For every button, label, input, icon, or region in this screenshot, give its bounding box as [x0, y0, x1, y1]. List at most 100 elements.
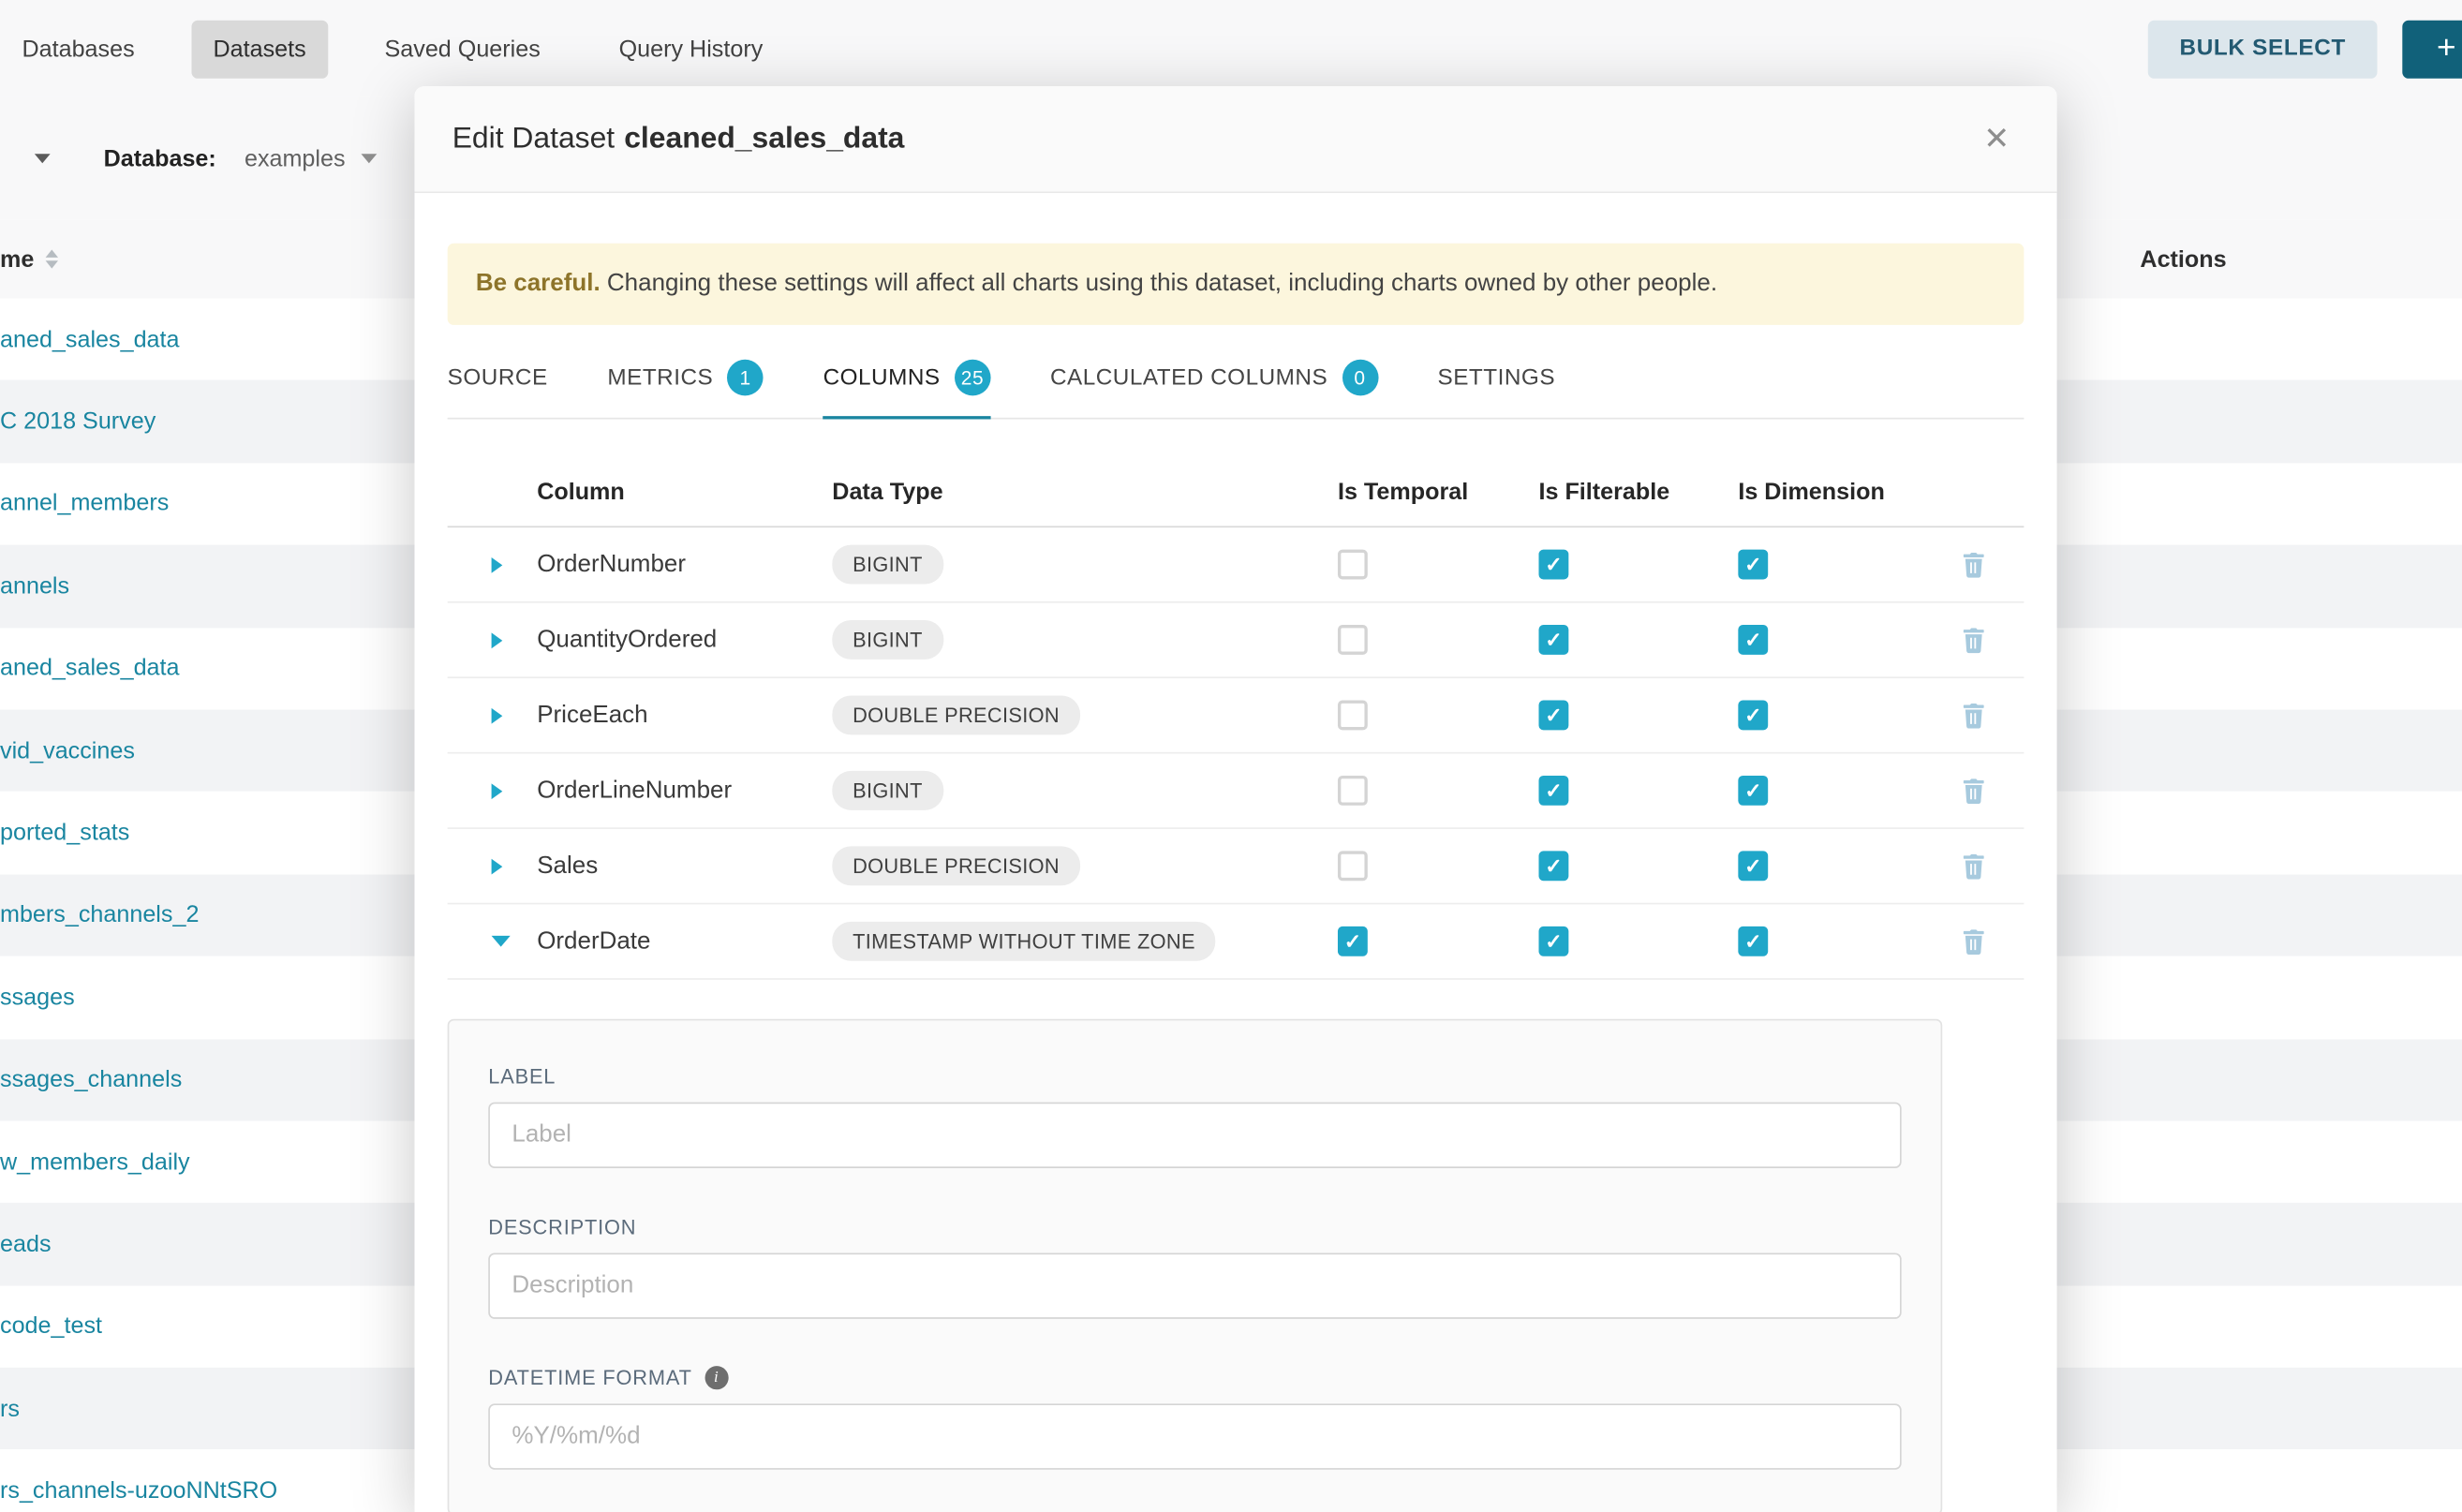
is-dimension-checkbox[interactable]: ✓ [1738, 776, 1768, 806]
warning-banner: Be careful. Changing these settings will… [448, 244, 2024, 325]
trash-icon[interactable] [1963, 628, 1984, 653]
trash-icon[interactable] [1963, 778, 1984, 803]
column-name: QuantityOrdered [537, 626, 832, 654]
nav-saved-queries[interactable]: Saved Queries [363, 20, 562, 78]
tab-count-badge: 0 [1342, 360, 1378, 396]
data-type-pill: BIGINT [832, 619, 942, 659]
warning-bold-text: Be careful. [476, 270, 601, 296]
dataset-link[interactable]: aned_sales_data [0, 326, 180, 352]
header-is-dimension: Is Dimension [1738, 478, 1963, 504]
column-row: OrderDateTIMESTAMP WITHOUT TIME ZONE✓✓✓ [448, 904, 2024, 979]
modal-tabs: SOURCE METRICS1 COLUMNS25 CALCULATED COLUMN… [448, 350, 2024, 420]
close-icon[interactable]: ✕ [1974, 118, 2019, 160]
dataset-link[interactable]: eads [0, 1231, 52, 1257]
info-icon[interactable]: i [704, 1366, 728, 1389]
modal-body: Be careful. Changing these settings will… [414, 193, 2056, 1512]
is-temporal-checkbox[interactable] [1338, 625, 1368, 655]
is-filterable-checkbox[interactable]: ✓ [1538, 926, 1568, 956]
is-dimension-checkbox[interactable]: ✓ [1738, 851, 1768, 881]
dataset-link[interactable]: w_members_daily [0, 1149, 190, 1175]
chevron-right-icon[interactable] [492, 707, 503, 723]
add-dataset-button[interactable]: + [2402, 20, 2462, 78]
dataset-link[interactable]: aned_sales_data [0, 655, 180, 681]
label-input[interactable] [488, 1103, 1901, 1168]
is-dimension-checkbox[interactable]: ✓ [1738, 550, 1768, 580]
is-filterable-checkbox[interactable]: ✓ [1538, 625, 1568, 655]
is-dimension-checkbox[interactable]: ✓ [1738, 926, 1768, 956]
tab-settings[interactable]: SETTINGS [1438, 360, 1556, 420]
dataset-link[interactable]: ssages [0, 985, 75, 1011]
is-filterable-checkbox[interactable]: ✓ [1538, 701, 1568, 731]
database-filter-value: examples [245, 145, 346, 171]
chevron-down-icon[interactable] [492, 936, 511, 947]
columns-table-body: OrderNumberBIGINT✓✓QuantityOrderedBIGINT… [448, 527, 2024, 980]
chevron-down-icon [361, 154, 377, 163]
dataset-link[interactable]: code_test [0, 1313, 102, 1340]
dataset-link[interactable]: mbers_channels_2 [0, 902, 199, 928]
top-nav: Databases Datasets Saved Queries Query Hist… [0, 0, 2462, 97]
label-field-label: LABEL [488, 1064, 1901, 1088]
description-input[interactable] [488, 1253, 1901, 1318]
is-temporal-checkbox[interactable] [1338, 776, 1368, 806]
is-temporal-checkbox[interactable] [1338, 851, 1368, 881]
dataset-link[interactable]: ssages_channels [0, 1066, 182, 1092]
datetime-format-label: DATETIME FORMAT [488, 1366, 692, 1389]
dataset-link[interactable]: rs [0, 1396, 20, 1422]
nav-query-history[interactable]: Query History [597, 20, 785, 78]
trash-icon[interactable] [1963, 853, 1984, 879]
nav-datasets[interactable]: Datasets [191, 20, 328, 78]
column-row: SalesDOUBLE PRECISION✓✓ [448, 829, 2024, 904]
trash-icon[interactable] [1963, 552, 1984, 577]
data-type-pill: BIGINT [832, 544, 942, 584]
column-name: OrderLineNumber [537, 777, 832, 805]
is-temporal-checkbox[interactable] [1338, 701, 1368, 731]
modal-header: Edit Datasetcleaned_sales_data ✕ [414, 86, 2056, 193]
chevron-right-icon[interactable] [492, 858, 503, 874]
modal-title: Edit Datasetcleaned_sales_data [452, 122, 905, 156]
screen: Databases Datasets Saved Queries Query Hist… [0, 0, 2462, 1512]
dataset-link[interactable]: annels [0, 573, 69, 600]
dataset-link[interactable]: C 2018 Survey [0, 408, 156, 435]
stage: Databases Datasets Saved Queries Query Hist… [0, 0, 2462, 1512]
nav-databases[interactable]: Databases [0, 20, 156, 78]
tab-calculated-columns[interactable]: CALCULATED COLUMNS0 [1050, 360, 1378, 420]
header-data-type: Data Type [832, 478, 1338, 504]
column-editor-panel: LABEL DESCRIPTION DATETIME FORMAT i [448, 1019, 1943, 1512]
chevron-down-icon[interactable] [35, 154, 51, 163]
description-field: DESCRIPTION [488, 1215, 1901, 1319]
is-filterable-checkbox[interactable]: ✓ [1538, 851, 1568, 881]
column-name: OrderNumber [537, 550, 832, 578]
is-filterable-checkbox[interactable]: ✓ [1538, 550, 1568, 580]
dataset-link[interactable]: ported_stats [0, 820, 129, 846]
modal-title-dataset-name: cleaned_sales_data [624, 122, 904, 155]
database-filter-select[interactable]: examples [245, 145, 377, 171]
column-name: OrderDate [537, 927, 832, 956]
data-type-pill: DOUBLE PRECISION [832, 695, 1079, 734]
chevron-right-icon[interactable] [492, 782, 503, 798]
label-field: LABEL [488, 1064, 1901, 1168]
tab-metrics[interactable]: METRICS1 [607, 360, 764, 420]
bulk-select-button[interactable]: BULK SELECT [2148, 20, 2378, 78]
is-dimension-checkbox[interactable]: ✓ [1738, 701, 1768, 731]
dataset-link[interactable]: rs_channels-uzooNNtSRO [0, 1477, 277, 1504]
is-filterable-checkbox[interactable]: ✓ [1538, 776, 1568, 806]
dataset-link[interactable]: vid_vaccines [0, 737, 135, 763]
is-dimension-checkbox[interactable]: ✓ [1738, 625, 1768, 655]
dataset-link[interactable]: annel_members [0, 491, 169, 517]
column-row: OrderLineNumberBIGINT✓✓ [448, 753, 2024, 828]
chevron-right-icon[interactable] [492, 632, 503, 648]
header-column: Column [537, 478, 832, 504]
sort-icon[interactable] [45, 249, 57, 268]
datetime-format-input[interactable] [488, 1403, 1901, 1469]
trash-icon[interactable] [1963, 703, 1984, 728]
trash-icon[interactable] [1963, 928, 1984, 954]
is-temporal-checkbox[interactable]: ✓ [1338, 926, 1368, 956]
tab-source[interactable]: SOURCE [448, 360, 548, 420]
warning-text: Changing these settings will affect all … [607, 270, 1717, 296]
chevron-right-icon[interactable] [492, 556, 503, 572]
is-temporal-checkbox[interactable] [1338, 550, 1368, 580]
name-column-header: me [0, 245, 57, 272]
tab-columns[interactable]: COLUMNS25 [823, 360, 991, 420]
database-filter-label: Database: [104, 145, 216, 171]
tab-count-badge: 1 [727, 360, 764, 396]
